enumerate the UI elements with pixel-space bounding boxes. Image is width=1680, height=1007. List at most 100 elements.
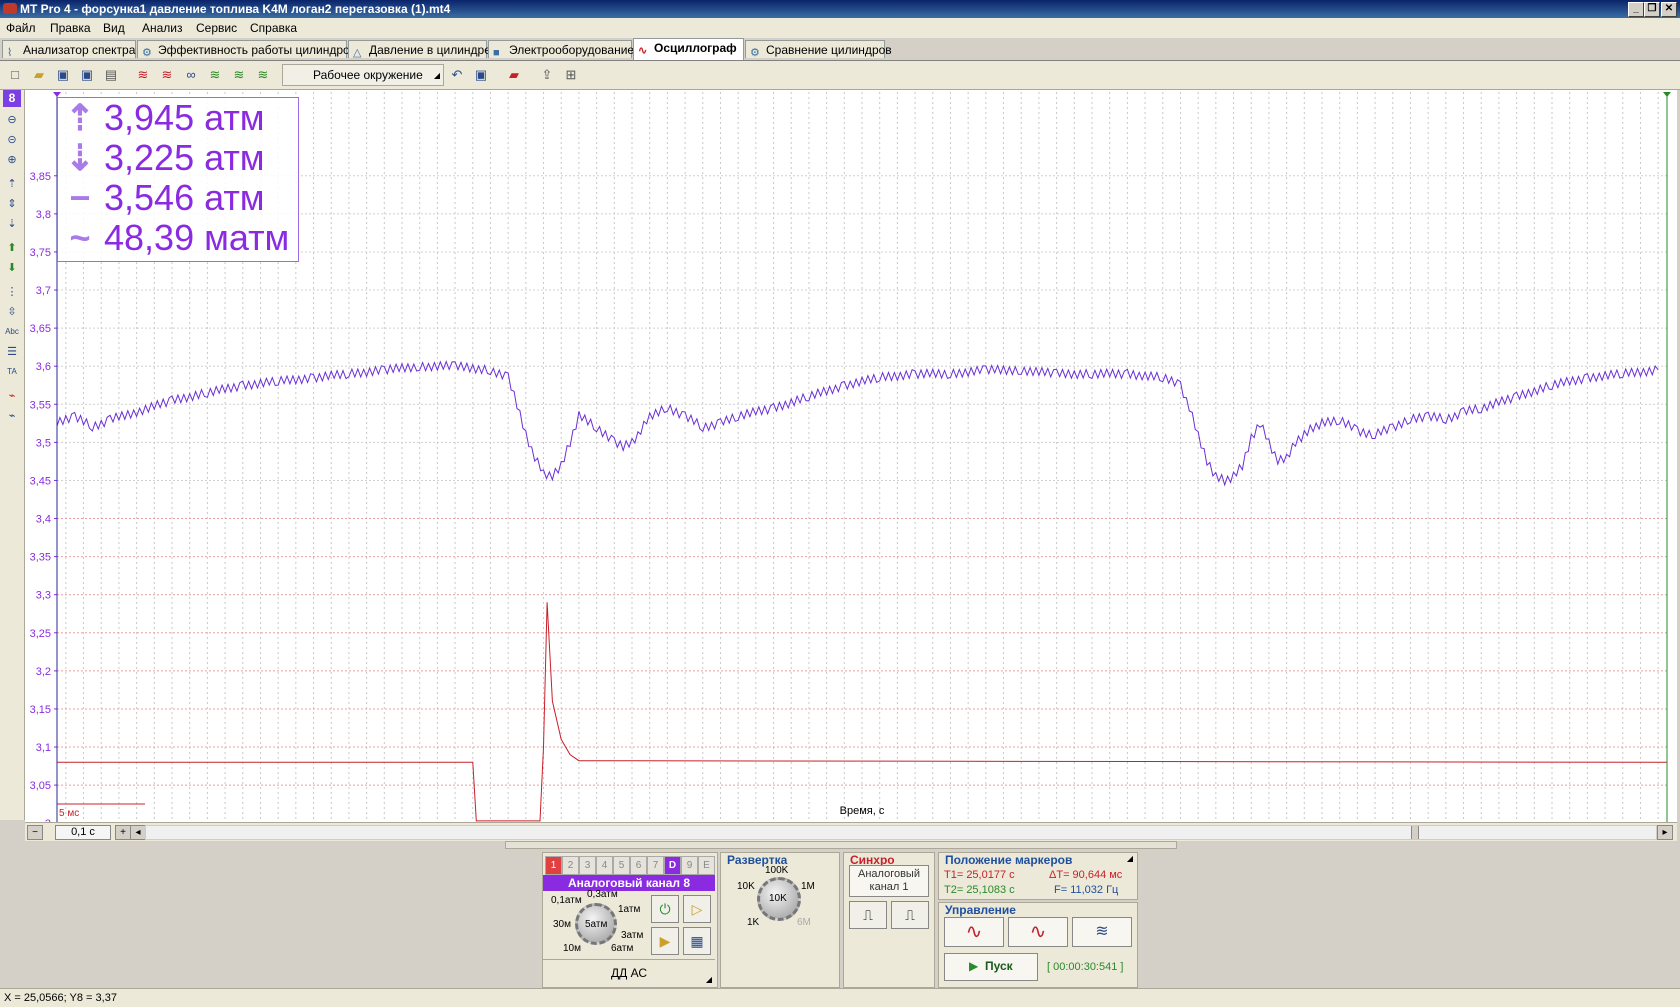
undo-icon[interactable]: ↶ xyxy=(448,66,466,84)
scroll-track[interactable] xyxy=(145,825,1657,840)
sensor-selector[interactable]: ДД АС ◢ xyxy=(543,959,715,987)
scale-icon[interactable]: ⇳ xyxy=(4,304,20,320)
save-env-icon[interactable]: ▣ xyxy=(472,66,490,84)
channel-d-button[interactable]: D xyxy=(664,856,681,875)
y-tick-label: 3,15 xyxy=(30,704,51,716)
sync-rising-edge-icon[interactable]: ⎍ xyxy=(849,901,887,929)
y-tick-label: 3,35 xyxy=(30,552,51,564)
grid-icon[interactable]: ⋮ xyxy=(4,284,20,300)
tab-cylinder-compare[interactable]: ⚙ Сравнение цилиндров xyxy=(745,40,892,59)
list-icon[interactable]: ☰ xyxy=(4,344,20,360)
play-icon[interactable]: ▶ xyxy=(651,927,679,955)
sync-source-select[interactable]: Аналоговый канал 1 xyxy=(849,865,929,897)
range-label-6: 6атм xyxy=(611,943,634,954)
sync-falling-edge-icon[interactable]: ⎍ xyxy=(891,901,929,929)
sweep-label-100k: 100K xyxy=(765,865,789,876)
waves-overlap-icon[interactable]: ∞ xyxy=(182,66,200,84)
y-tick-label: 3,25 xyxy=(30,628,51,640)
channel-6-button[interactable]: 6 xyxy=(630,856,647,875)
amplify-icon[interactable]: ▷ xyxy=(683,895,711,923)
channel-badge[interactable]: 8 xyxy=(3,90,21,107)
menu-analysis[interactable]: Анализ xyxy=(142,21,183,35)
car-icon[interactable]: ▰ xyxy=(505,66,523,84)
channel-4-button[interactable]: 4 xyxy=(596,856,613,875)
zoom-in-icon[interactable]: ⊕ xyxy=(4,152,20,168)
tab-spectrum[interactable]: ⌇ Анализатор спектра xyxy=(2,40,136,59)
zoom-reset-icon[interactable]: ⊝ xyxy=(4,132,20,148)
start-button[interactable]: ▶ Пуск xyxy=(944,953,1038,981)
arrow-up-icon[interactable]: ⬆ xyxy=(4,240,20,256)
text-abc-icon[interactable]: Abc xyxy=(4,324,20,340)
channel-2-button[interactable]: 2 xyxy=(562,856,579,875)
scroll-right-icon[interactable]: ▸ xyxy=(1657,825,1673,840)
marker-t2-handle[interactable] xyxy=(1663,92,1671,97)
save-as-icon[interactable]: ▣ xyxy=(78,66,96,84)
timebase-plus-icon[interactable]: + xyxy=(115,825,131,840)
markers-collapse-icon[interactable]: ◢ xyxy=(1127,854,1133,863)
sine-trigger-icon[interactable]: ∿ xyxy=(1008,917,1068,947)
channel-9-button[interactable]: 9 xyxy=(681,856,698,875)
export-icon[interactable]: ⇪ xyxy=(538,66,556,84)
multi-wave-icon[interactable]: ≋ xyxy=(1072,917,1132,947)
calculator-icon[interactable]: ▦ xyxy=(683,927,711,955)
stat-mean-value: 3,546 атм xyxy=(104,177,265,218)
print-icon[interactable]: ▤ xyxy=(102,66,120,84)
menu-help[interactable]: Справка xyxy=(250,21,297,35)
fit-icon[interactable]: ⊞ xyxy=(562,66,580,84)
timebase-minus-icon[interactable]: − xyxy=(27,825,43,840)
toolbar: □ ▰ ▣ ▣ ▤ ≋ ≋ ∞ ≋ ≋ ≋ Рабочее окружение … xyxy=(0,61,1680,90)
maximize-button[interactable]: ❐ xyxy=(1644,2,1660,17)
tab-oscilloscope[interactable]: ∿ Осциллограф xyxy=(633,38,744,60)
channel-3-button[interactable]: 3 xyxy=(579,856,596,875)
waves-green3-icon[interactable]: ≋ xyxy=(254,66,272,84)
save-icon[interactable]: ▣ xyxy=(54,66,72,84)
stat-min-value: 3,225 атм xyxy=(104,137,265,178)
close-button[interactable]: ✕ xyxy=(1661,2,1677,17)
tab-cylinder-efficiency[interactable]: ⚙ Эффективность работы цилиндров xyxy=(137,40,356,59)
new-file-icon[interactable]: □ xyxy=(6,66,24,84)
sweep-knob-value: 10K xyxy=(769,893,787,904)
menu-edit[interactable]: Правка xyxy=(50,21,91,35)
tab-cylinder-pressure[interactable]: △ Давление в цилиндре xyxy=(348,40,491,59)
move-down-icon[interactable]: ⇣ xyxy=(4,216,20,232)
open-folder-icon[interactable]: ▰ xyxy=(30,66,48,84)
timebase-value[interactable]: 0,1 с xyxy=(55,825,111,840)
chart2-icon[interactable]: ⌁ xyxy=(4,408,20,424)
menu-file[interactable]: Файл xyxy=(6,21,36,35)
move-up-icon[interactable]: ⇡ xyxy=(4,176,20,192)
sweep-label-6m: 6M xyxy=(797,917,811,928)
arrow-down-icon[interactable]: ⬇ xyxy=(4,260,20,276)
y-tick-label: 3,6 xyxy=(36,361,51,373)
channel-7-button[interactable]: 7 xyxy=(647,856,664,875)
single-sine-icon[interactable]: ∿ xyxy=(944,917,1004,947)
sensor-label: ДД АС xyxy=(611,966,647,980)
chart-icon[interactable]: ⌁ xyxy=(4,388,20,404)
panel-splitter[interactable] xyxy=(505,841,1177,849)
control-title: Управление xyxy=(945,903,1016,917)
y-tick-label: 3,65 xyxy=(30,323,51,335)
minimize-button[interactable]: _ xyxy=(1628,2,1644,17)
menu-view[interactable]: Вид xyxy=(103,21,125,35)
tab-bar: ⌇ Анализатор спектра ⚙ Эффективность работ… xyxy=(0,38,1680,61)
channel-5-button[interactable]: 5 xyxy=(613,856,630,875)
ta-icon[interactable]: TA xyxy=(4,364,20,380)
waves-green2-icon[interactable]: ≋ xyxy=(230,66,248,84)
x-axis-label: Время, с xyxy=(840,805,885,817)
scroll-thumb[interactable] xyxy=(1411,826,1419,839)
move-center-icon[interactable]: ⇕ xyxy=(4,196,20,212)
scroll-left-icon[interactable]: ◂ xyxy=(130,825,146,840)
zoom-out-icon[interactable]: ⊖ xyxy=(4,112,20,128)
menu-bar: Файл Правка Вид Анализ Сервис Справка xyxy=(0,18,1680,39)
work-environment-dropdown[interactable]: Рабочее окружение ◢ xyxy=(282,64,444,86)
channel-1-button[interactable]: 1 xyxy=(545,856,562,875)
waves-green-icon[interactable]: ≋ xyxy=(206,66,224,84)
channel-e-button[interactable]: E xyxy=(698,856,715,875)
menu-service[interactable]: Сервис xyxy=(196,21,237,35)
waves-icon[interactable]: ≋ xyxy=(134,66,152,84)
start-label: Пуск xyxy=(985,959,1013,973)
tab-electrical[interactable]: ■ Электрооборудование xyxy=(488,40,634,59)
markers-panel: Положение маркеров ◢ T1= 25,0177 с T2= 2… xyxy=(938,852,1138,900)
power-icon[interactable]: ⏻ xyxy=(651,895,679,923)
waves-cross-icon[interactable]: ≋ xyxy=(158,66,176,84)
min-arrow-icon: ⇣ xyxy=(64,137,96,178)
